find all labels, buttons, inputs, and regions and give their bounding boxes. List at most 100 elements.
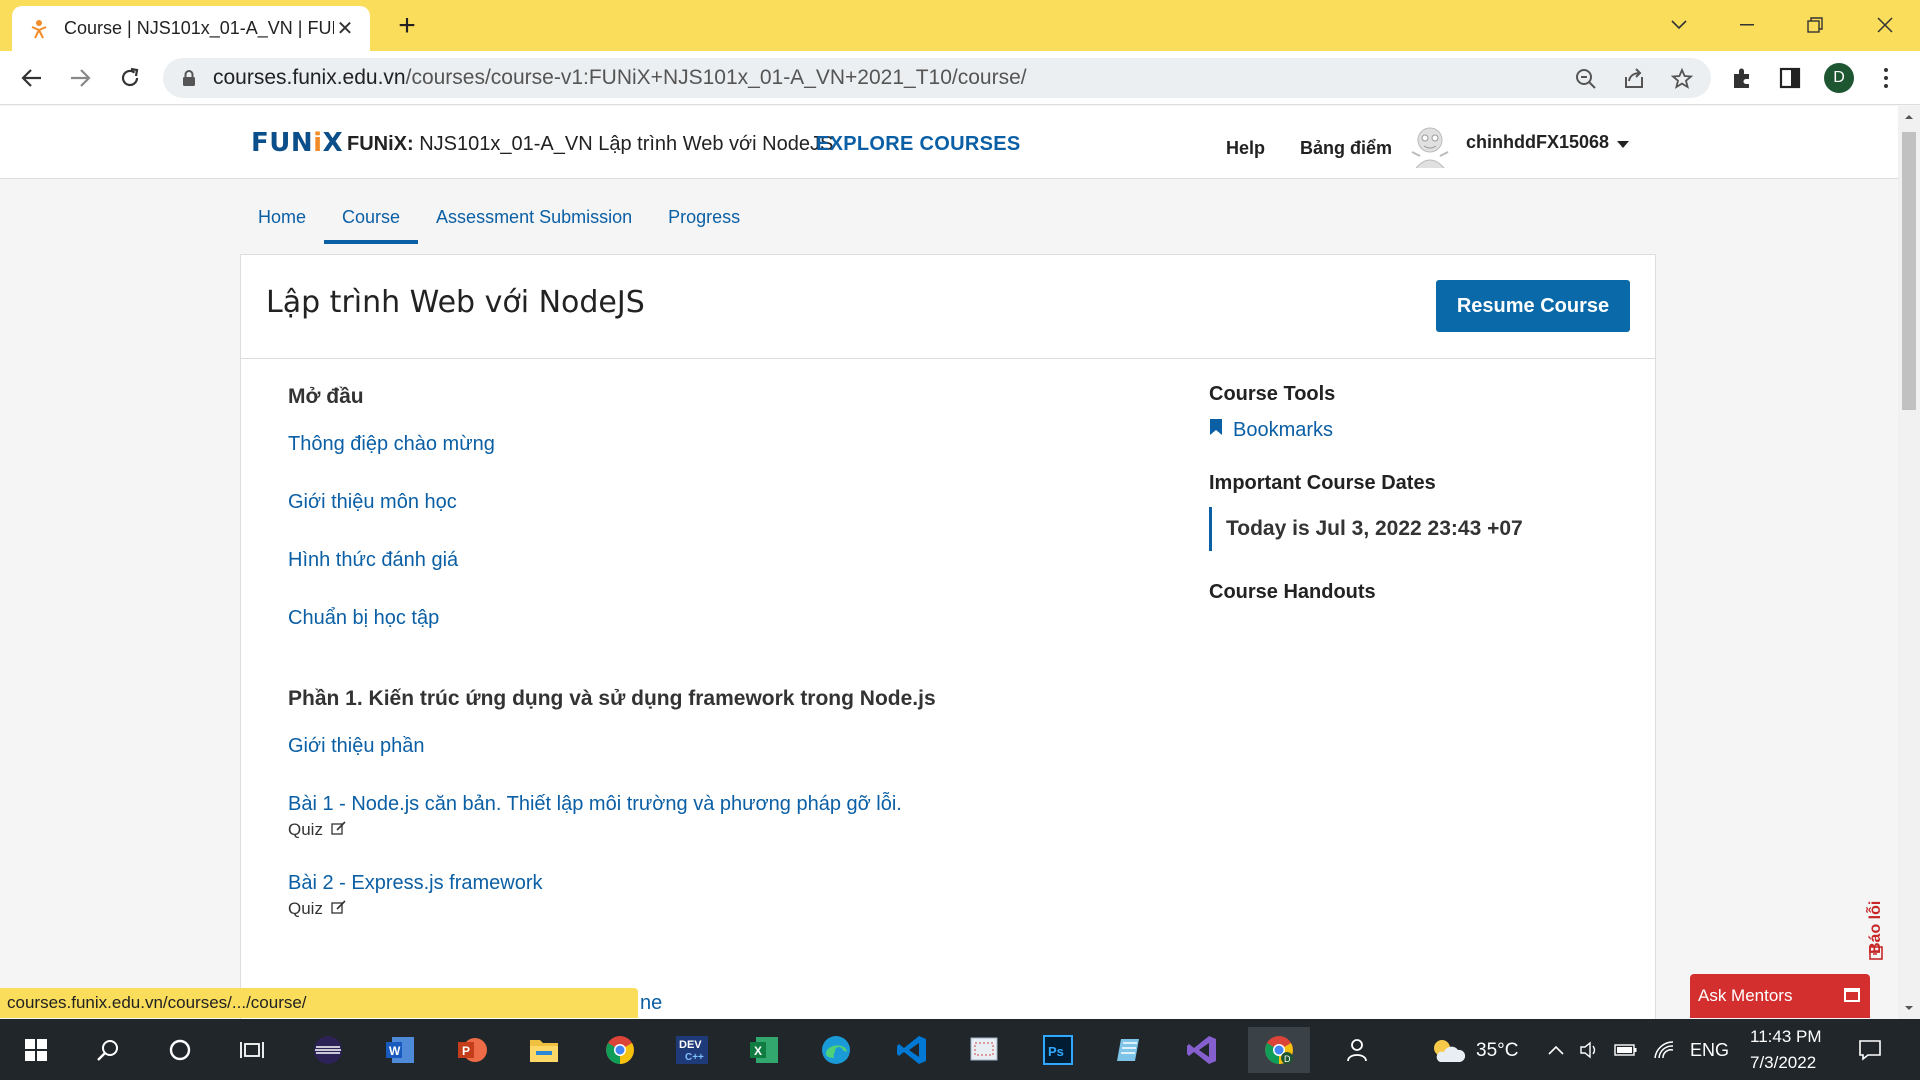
minimize-button[interactable] (1722, 8, 1772, 42)
today-date: Today is Jul 3, 2022 23:43 +07 (1226, 517, 1523, 540)
tab-course[interactable]: Course (324, 194, 419, 244)
file-explorer-icon[interactable] (516, 1027, 572, 1073)
scroll-down-icon[interactable] (1898, 1001, 1920, 1015)
user-avatar[interactable] (1406, 122, 1454, 170)
user-menu-caret-icon[interactable] (1617, 141, 1629, 148)
minimize-chat-icon[interactable] (1844, 988, 1860, 1002)
partial-link[interactable]: ne (638, 988, 678, 1018)
browser-toolbar: courses.funix.edu.vn/courses/course-v1:F… (0, 51, 1920, 105)
unit-link[interactable]: Giới thiệu môn học (288, 491, 1188, 514)
edge-app-icon[interactable] (808, 1027, 864, 1073)
cortana-icon[interactable] (152, 1027, 208, 1073)
resume-course-button[interactable]: Resume Course (1436, 280, 1630, 332)
grades-link[interactable]: Bảng điểm (1300, 138, 1392, 159)
unit-link[interactable]: Bài 1 - Node.js căn bản. Thiết lập môi t… (288, 793, 1188, 816)
course-handouts-heading[interactable]: Course Handouts (1209, 581, 1629, 604)
share-icon[interactable] (1621, 66, 1647, 92)
tab-close-icon[interactable]: ✕ (334, 16, 356, 41)
word-app-icon[interactable]: W (372, 1027, 428, 1073)
status-url-text: courses.funix.edu.vn/courses/.../course/ (7, 993, 307, 1012)
clock-date[interactable]: 7/3/2022 (1750, 1053, 1816, 1073)
browser-menu-icon[interactable] (1876, 64, 1896, 92)
page-title: Lập trình Web với NodeJS (266, 285, 645, 320)
page-scrollbar[interactable] (1898, 106, 1920, 1019)
scroll-thumb[interactable] (1902, 132, 1916, 410)
unit-link[interactable]: Chuẩn bị học tập (288, 607, 1188, 630)
clock-time[interactable]: 11:43 PM (1750, 1027, 1822, 1047)
photoshop-app-icon[interactable]: Ps (1030, 1027, 1086, 1073)
tab-home[interactable]: Home (240, 194, 324, 244)
bookmark-icon (1209, 418, 1223, 442)
section-title: Mở đầu (288, 385, 364, 408)
unit-link[interactable]: Giới thiệu phần (288, 735, 1188, 758)
visual-studio-app-icon[interactable] (1174, 1027, 1230, 1073)
extensions-icon[interactable] (1728, 64, 1756, 92)
unit-link[interactable]: Hình thức đánh giá (288, 549, 1188, 572)
funix-favicon-icon (28, 18, 50, 40)
bookmark-star-icon[interactable] (1669, 66, 1695, 92)
course-sidebar: Course Tools Bookmarks Important Course … (1209, 383, 1629, 616)
windows-taskbar: W P DEV C++ X Ps D 35°C ENG 11:43 PM 7/3… (0, 1019, 1920, 1080)
svg-text:DEV: DEV (679, 1039, 702, 1051)
help-link[interactable]: Help (1226, 138, 1265, 159)
weather-temp[interactable]: 35°C (1476, 1040, 1518, 1062)
weather-icon[interactable] (1420, 1027, 1476, 1073)
quiz-label: Quiz (288, 820, 323, 839)
ask-mentors-label: Ask Mentors (1698, 986, 1793, 1005)
wifi-icon[interactable] (1646, 1027, 1682, 1073)
tab-assessment-submission[interactable]: Assessment Submission (418, 194, 650, 244)
forward-button[interactable] (62, 60, 98, 96)
course-tools-heading: Course Tools (1209, 383, 1336, 405)
explore-courses-link[interactable]: EXPLORE COURSES (816, 133, 1021, 156)
eclipse-app-icon[interactable] (300, 1027, 356, 1073)
svg-text:D: D (1284, 1054, 1291, 1064)
edit-icon (331, 820, 347, 840)
restore-button[interactable] (1790, 8, 1840, 42)
username[interactable]: chinhddFX15068 (1466, 132, 1609, 153)
scroll-up-icon[interactable] (1898, 110, 1920, 124)
back-button[interactable] (14, 60, 50, 96)
browser-tab[interactable]: Course | NJS101x_01-A_VN | FUN ✕ (12, 6, 370, 51)
course-tabs: Home Course Assessment Submission Progre… (240, 194, 758, 244)
unit-link[interactable]: Bài 2 - Express.js framework (288, 872, 1188, 895)
task-view-icon[interactable] (224, 1027, 280, 1073)
ask-mentors-button[interactable]: Ask Mentors (1690, 974, 1870, 1018)
side-panel-icon[interactable] (1776, 64, 1804, 92)
tab-progress[interactable]: Progress (650, 194, 758, 244)
url-text: courses.funix.edu.vn/courses/course-v1:F… (213, 66, 1027, 90)
tab-search-chevron-icon[interactable] (1654, 8, 1704, 42)
course-name: NJS101x_01-A_VN Lập trình Web với NodeJS (419, 133, 834, 155)
people-icon[interactable] (1330, 1027, 1386, 1073)
zoom-icon[interactable] (1573, 66, 1599, 92)
volume-icon[interactable] (1572, 1027, 1608, 1073)
notepad-app-icon[interactable] (1102, 1027, 1158, 1073)
chrome-app-icon[interactable] (592, 1027, 648, 1073)
svg-text:C++: C++ (685, 1052, 704, 1063)
battery-icon[interactable] (1608, 1027, 1644, 1073)
svg-text:P: P (462, 1044, 470, 1058)
report-error-tab[interactable]: Báo lỗi (1863, 842, 1889, 962)
vscode-app-icon[interactable] (884, 1027, 940, 1073)
site-header: FUNiX FUNiX: NJS101x_01-A_VN Lập trình W… (0, 106, 1898, 179)
funix-logo[interactable]: FUNiX (251, 128, 343, 158)
windows-start-icon[interactable] (8, 1027, 64, 1073)
profile-avatar[interactable]: D (1824, 63, 1854, 93)
address-bar[interactable]: courses.funix.edu.vn/courses/course-v1:F… (163, 58, 1711, 98)
chrome-active-app-icon[interactable]: D (1248, 1027, 1310, 1073)
bookmarks-link[interactable]: Bookmarks (1209, 418, 1629, 442)
tray-chevron-icon[interactable] (1536, 1027, 1576, 1073)
reload-button[interactable] (112, 60, 148, 96)
unit-link[interactable]: Thông điệp chào mừng (288, 433, 1188, 456)
section-title: Phần 1. Kiến trúc ứng dụng và sử dụng fr… (288, 687, 936, 710)
powerpoint-app-icon[interactable]: P (444, 1027, 500, 1073)
snipping-app-icon[interactable] (956, 1027, 1012, 1073)
devc-app-icon[interactable]: DEV C++ (664, 1027, 720, 1073)
notifications-icon[interactable] (1846, 1027, 1894, 1073)
search-icon[interactable] (80, 1027, 136, 1073)
language-indicator[interactable]: ENG (1690, 1040, 1729, 1061)
close-window-button[interactable] (1860, 8, 1910, 42)
today-date-box: Today is Jul 3, 2022 23:43 +07 (1209, 507, 1629, 551)
lock-icon[interactable] (179, 68, 199, 88)
new-tab-button[interactable]: + (390, 10, 424, 44)
excel-app-icon[interactable]: X (736, 1027, 792, 1073)
